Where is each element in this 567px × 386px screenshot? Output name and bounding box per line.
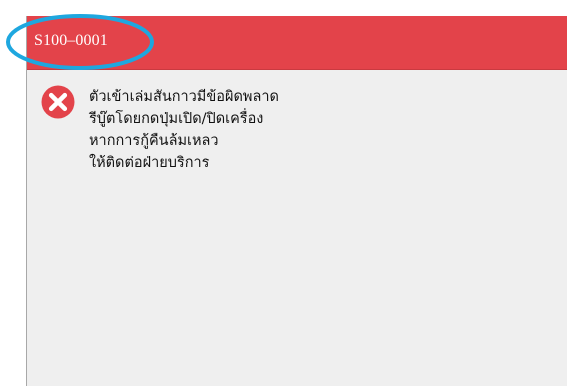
message-line: หากการกู้คืนล้มเหลว	[89, 133, 219, 149]
message-line: ตัวเข้าเล่มสันกาวมีข้อผิดพลาด	[89, 89, 279, 105]
error-message: ตัวเข้าเล่มสันกาวมีข้อผิดพลาด รีบู๊ตโดยก…	[89, 86, 519, 174]
error-icon	[41, 85, 75, 119]
title-bar: S100–0001	[27, 16, 567, 70]
message-line: รีบู๊ตโดยกดปุ่มเปิด/ปิดเครื่อง	[89, 111, 264, 127]
error-code-title: S100–0001	[34, 32, 108, 49]
message-line: ให้ติดต่อฝ่ายบริการ	[89, 155, 210, 171]
error-dialog: S100–0001 ตัวเข้าเล่มสันกาวมีข้อผิดพลาด …	[26, 16, 567, 386]
